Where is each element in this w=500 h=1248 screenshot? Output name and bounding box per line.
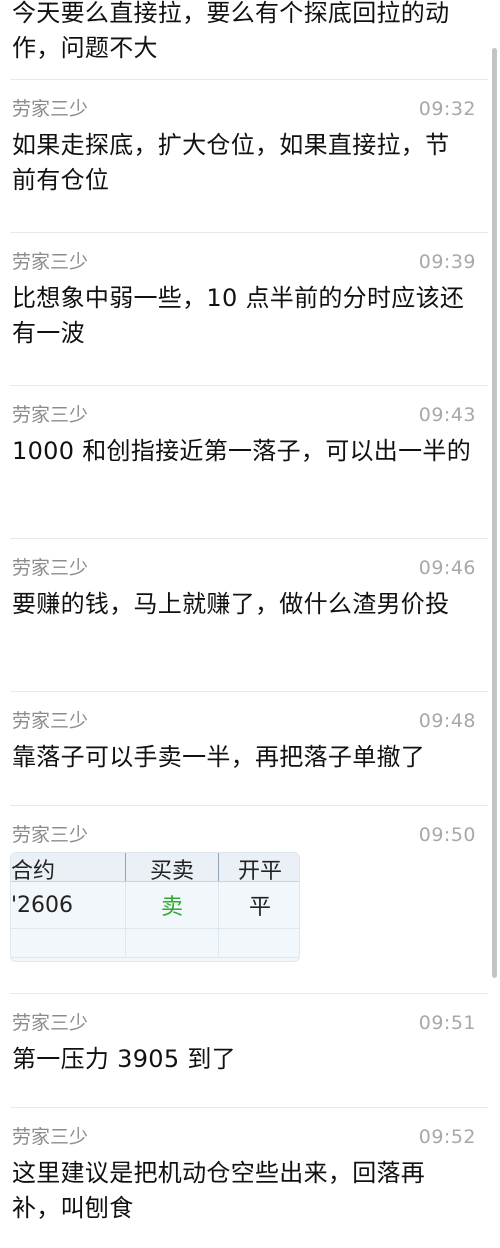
message-time: 09:50 — [418, 824, 476, 846]
message-text: 1000 和创指接近第一落子，可以出一半的 — [12, 437, 472, 465]
message-text: 这里建议是把机动仓空些出来，回落再补，叫刨食 — [12, 1159, 426, 1222]
message-item[interactable]: 劳家三少 09:50 合约 买卖 开平 '2606 卖 平 — [10, 822, 488, 994]
chat-feed: 今天要么直接拉，要么有个探底回拉的动作，问题不大 劳家三少 09:32 如果走探… — [0, 0, 488, 1248]
sender-name[interactable]: 劳家三少 — [12, 249, 88, 275]
trade-order-image[interactable]: 合约 买卖 开平 '2606 卖 平 — [10, 852, 300, 962]
message-text: 靠落子可以手卖一半，再把落子单撤了 — [12, 743, 426, 771]
message-time: 09:43 — [418, 404, 476, 426]
message-time: 09:39 — [418, 251, 476, 273]
message-text: 今天要么直接拉，要么有个探底回拉的动作，问题不大 — [12, 0, 450, 62]
message-text: 比想象中弱一些，10 点半前的分时应该还有一波 — [12, 284, 465, 347]
sender-name[interactable]: 劳家三少 — [12, 555, 88, 581]
open-close-cell: 平 — [218, 881, 299, 929]
contract-cell: '2606 — [11, 881, 126, 929]
empty-cell — [11, 928, 126, 958]
sender-name[interactable]: 劳家三少 — [12, 96, 88, 122]
message-item[interactable]: 劳家三少 09:46 要赚的钱，马上就赚了，做什么渣男价投 — [10, 555, 488, 692]
message-text: 如果走探底，扩大仓位，如果直接拉，节前有仓位 — [12, 131, 450, 194]
message-item[interactable]: 劳家三少 09:52 这里建议是把机动仓空些出来，回落再补，叫刨食 — [10, 1124, 488, 1248]
message-time: 09:48 — [418, 710, 476, 732]
message-text: 第一压力 3905 到了 — [12, 1045, 236, 1073]
sender-name[interactable]: 劳家三少 — [12, 1124, 88, 1150]
message-time: 09:46 — [418, 557, 476, 579]
message-item[interactable]: 劳家三少 09:51 第一压力 3905 到了 — [10, 1010, 488, 1108]
sender-name[interactable]: 劳家三少 — [12, 708, 88, 734]
side-header: 买卖 — [125, 853, 219, 882]
message-item[interactable]: 劳家三少 09:43 1000 和创指接近第一落子，可以出一半的 — [10, 402, 488, 539]
scrollbar[interactable] — [492, 48, 497, 978]
empty-cell — [125, 928, 219, 958]
message-item[interactable]: 劳家三少 09:32 如果走探底，扩大仓位，如果直接拉，节前有仓位 — [10, 96, 488, 233]
sender-name[interactable]: 劳家三少 — [12, 402, 88, 428]
sender-name[interactable]: 劳家三少 — [12, 822, 88, 848]
message-item[interactable]: 劳家三少 09:48 靠落子可以手卖一半，再把落子单撤了 — [10, 708, 488, 806]
contract-header: 合约 — [11, 853, 126, 882]
message-time: 09:51 — [418, 1012, 476, 1034]
message-time: 09:52 — [418, 1126, 476, 1148]
message-time: 09:32 — [418, 98, 476, 120]
sender-name[interactable]: 劳家三少 — [12, 1010, 88, 1036]
trade-order-table: 合约 买卖 开平 '2606 卖 平 — [11, 853, 299, 958]
side-cell: 卖 — [125, 881, 219, 929]
message-item[interactable]: 今天要么直接拉，要么有个探底回拉的动作，问题不大 — [10, 0, 488, 80]
message-item[interactable]: 劳家三少 09:39 比想象中弱一些，10 点半前的分时应该还有一波 — [10, 249, 488, 386]
open-close-header: 开平 — [218, 853, 299, 882]
empty-cell — [218, 928, 299, 958]
message-text: 要赚的钱，马上就赚了，做什么渣男价投 — [12, 590, 450, 618]
